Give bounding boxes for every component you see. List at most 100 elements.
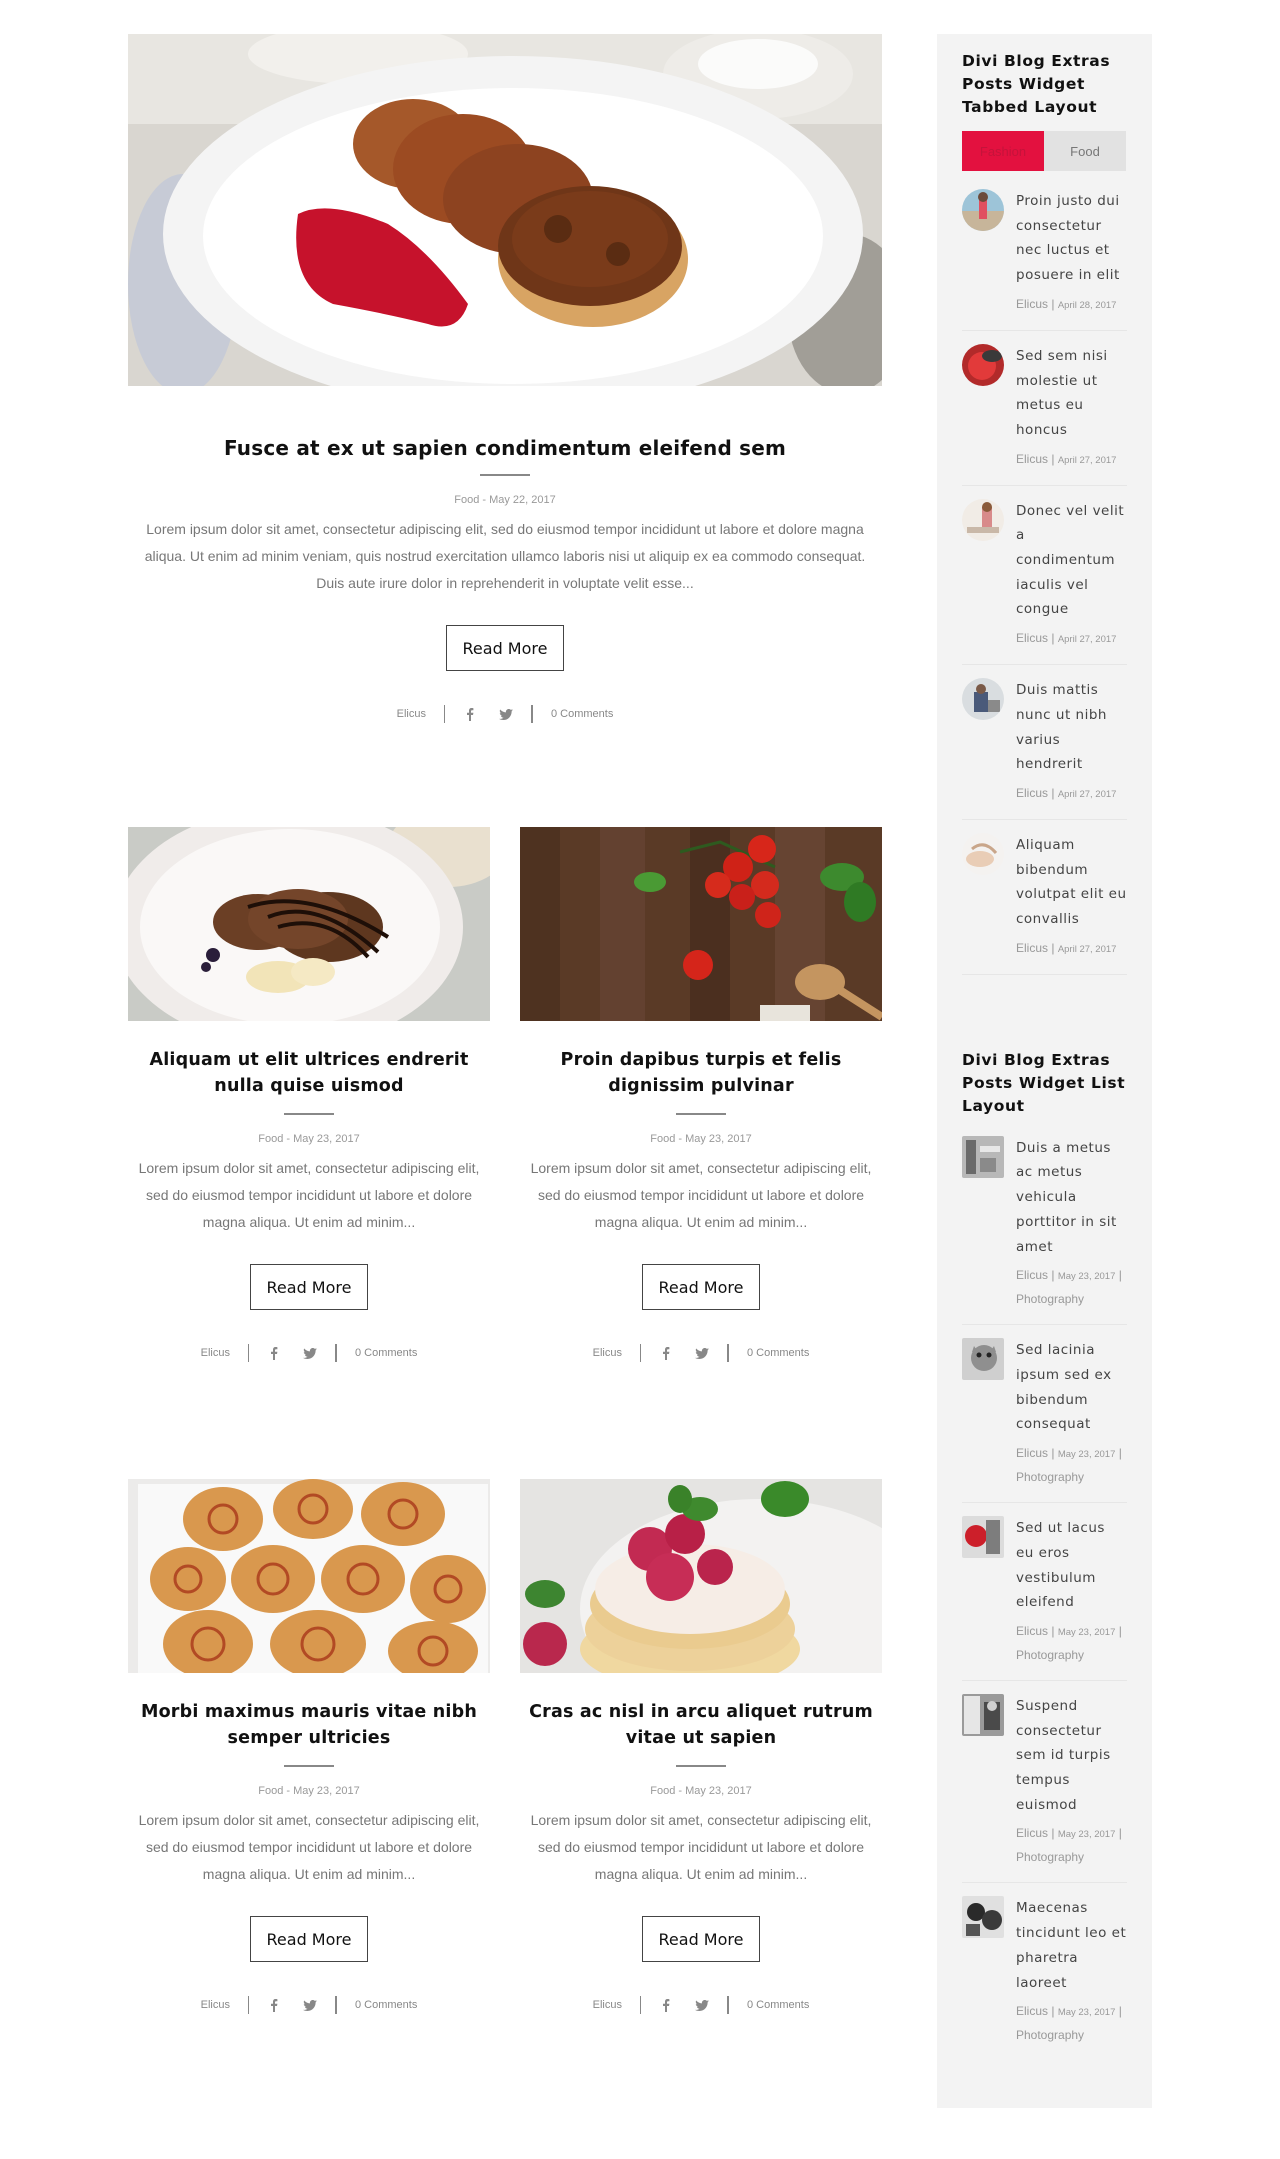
widget-post-title[interactable]: Duis a metus ac metus vehicula porttitor… — [1016, 1136, 1127, 1260]
facebook-icon[interactable] — [267, 1346, 281, 1360]
widget-post-date: May 23, 2017 — [1057, 2007, 1116, 2019]
post-image[interactable] — [520, 1479, 882, 1673]
post-thumbnail[interactable] — [962, 1135, 1004, 1178]
widget-post-title[interactable]: Suspend consectetur sem id turpis tempus… — [1016, 1694, 1127, 1818]
read-more-button[interactable]: Read More — [641, 1916, 761, 1962]
widget-post-category[interactable]: Photography — [1016, 2028, 1084, 2042]
featured-post-title[interactable]: Fusce at ex ut sapien condimentum eleife… — [128, 436, 882, 460]
read-more-button[interactable]: Read More — [249, 1264, 369, 1310]
post-thumbnail[interactable] — [962, 1896, 1004, 1939]
post-image[interactable] — [520, 827, 882, 1021]
widget-post-item[interactable]: Maecenas tincidunt leo et pharetra laore… — [962, 1896, 1127, 2060]
widget-post-item[interactable]: Duis a metus ac metus vehicula porttitor… — [962, 1135, 1127, 1326]
facebook-icon[interactable] — [659, 1346, 673, 1360]
post-title[interactable]: Morbi maximus mauris vitae nibh semper u… — [128, 1699, 490, 1751]
widget-post-author[interactable]: Elicus — [1016, 941, 1048, 955]
widget-post-item[interactable]: Suspend consectetur sem id turpis tempus… — [962, 1693, 1127, 1884]
post-title[interactable]: Aliquam ut elit ultrices endrerit nulla … — [128, 1047, 490, 1099]
twitter-icon[interactable] — [695, 1998, 710, 2012]
widget-post-meta: Elicus | May 23, 2017 | Photography — [1016, 1446, 1122, 1485]
widget-post-title[interactable]: Aliquam bibendum volutpat elit eu conval… — [1016, 833, 1127, 932]
twitter-icon[interactable] — [303, 1346, 318, 1360]
widget-post-item[interactable]: Sed ut lacus eu eros vestibulum eleifend… — [962, 1516, 1127, 1681]
widget-post-title[interactable]: Sed sem nisi molestie ut metus eu honcus — [1016, 344, 1127, 443]
post-title[interactable]: Cras ac nisl in arcu aliquet rutrum vita… — [520, 1699, 882, 1751]
post-thumbnail[interactable] — [962, 1338, 1004, 1381]
widget-post-author[interactable]: Elicus — [1016, 452, 1048, 466]
widget-post-category[interactable]: Photography — [1016, 1850, 1084, 1864]
widget-post-author[interactable]: Elicus — [1016, 1268, 1048, 1282]
widget-post-date: May 23, 2017 — [1057, 1449, 1116, 1461]
facebook-icon[interactable] — [659, 1998, 673, 2012]
widget-post-meta: Elicus | April 28, 2017 — [1016, 296, 1117, 311]
twitter-icon[interactable] — [499, 707, 514, 721]
divider — [335, 1344, 337, 1362]
post-image[interactable] — [128, 827, 490, 1021]
widget-post-title[interactable]: Donec vel velit a condimentum iaculis ve… — [1016, 499, 1127, 623]
post-author[interactable]: Elicus — [593, 1347, 622, 1359]
widget-post-category[interactable]: Photography — [1016, 1292, 1084, 1306]
widget-post-text: Sed lacinia ipsum sed ex bibendum conseq… — [1016, 1338, 1127, 1489]
post-thumbnail[interactable] — [962, 189, 1004, 231]
post-meta: Food - May 23, 2017 — [258, 1133, 360, 1145]
post-footer: Elicus 0 Comments — [128, 705, 882, 723]
widget-post-item[interactable]: Sed sem nisi molestie ut metus eu honcus… — [962, 343, 1127, 486]
widget-post-item[interactable]: Aliquam bibendum volutpat elit eu conval… — [962, 832, 1127, 975]
widget-post-item[interactable]: Donec vel velit a condimentum iaculis ve… — [962, 498, 1127, 666]
widget-post-title[interactable]: Sed ut lacus eu eros vestibulum eleifend — [1016, 1516, 1127, 1615]
share-icons — [463, 707, 514, 721]
widget-post-title[interactable]: Duis mattis nunc ut nibh varius hendreri… — [1016, 678, 1127, 777]
widget-post-meta: Elicus | April 27, 2017 — [1016, 631, 1117, 646]
divider — [639, 1996, 642, 2014]
title-divider — [284, 1765, 334, 1767]
widget-post-category[interactable]: Photography — [1016, 1470, 1084, 1484]
post-thumbnail[interactable] — [962, 498, 1004, 541]
widget-post-author[interactable]: Elicus — [1016, 2004, 1048, 2018]
twitter-icon[interactable] — [695, 1346, 710, 1360]
post-thumbnail[interactable] — [962, 1516, 1004, 1559]
post-excerpt: Lorem ipsum dolor sit amet, consectetur … — [144, 521, 866, 591]
widget-post-item[interactable]: Proin justo dui consectetur nec luctus e… — [962, 189, 1127, 331]
widget-post-title[interactable]: Proin justo dui consectetur nec luctus e… — [1016, 189, 1127, 288]
widget-post-title[interactable]: Maecenas tincidunt leo et pharetra laore… — [1016, 1896, 1127, 1995]
post-author[interactable]: Elicus — [593, 1999, 622, 2011]
tab-fashion[interactable]: Fashion — [962, 131, 1044, 171]
widget-post-author[interactable]: Elicus — [1016, 1826, 1048, 1840]
post-thumbnail[interactable] — [962, 678, 1004, 721]
widget-post-author[interactable]: Elicus — [1016, 786, 1048, 800]
tab-food[interactable]: Food — [1044, 131, 1126, 171]
post-thumbnail[interactable] — [962, 343, 1004, 386]
widget-post-author[interactable]: Elicus — [1016, 1624, 1048, 1638]
post-image[interactable] — [128, 1479, 490, 1673]
comments-link[interactable]: 0 Comments — [355, 1999, 417, 2011]
widget-title: Divi Blog Extras Posts Widget Tabbed Lay… — [962, 52, 1111, 116]
read-more-button[interactable]: Read More — [445, 625, 565, 671]
widget-post-meta: Elicus | April 27, 2017 — [1016, 785, 1117, 800]
read-more-button[interactable]: Read More — [249, 1916, 369, 1962]
featured-image[interactable] — [128, 34, 882, 386]
read-more-button[interactable]: Read More — [641, 1264, 761, 1310]
post-author[interactable]: Elicus — [397, 708, 426, 720]
comments-link[interactable]: 0 Comments — [551, 708, 613, 720]
widget-post-text: Donec vel velit a condimentum iaculis ve… — [1016, 499, 1127, 652]
widget-post-title[interactable]: Sed lacinia ipsum sed ex bibendum conseq… — [1016, 1338, 1127, 1437]
post-author[interactable]: Elicus — [201, 1347, 230, 1359]
post-author[interactable]: Elicus — [201, 1999, 230, 2011]
widget-post-author[interactable]: Elicus — [1016, 1446, 1048, 1460]
comments-link[interactable]: 0 Comments — [747, 1347, 809, 1359]
post-meta: Food - May 23, 2017 — [650, 1785, 752, 1797]
comments-link[interactable]: 0 Comments — [747, 1999, 809, 2011]
twitter-icon[interactable] — [303, 1998, 318, 2012]
post-thumbnail[interactable] — [962, 1693, 1004, 1736]
comments-link[interactable]: 0 Comments — [355, 1347, 417, 1359]
post-thumbnail[interactable] — [962, 832, 1004, 875]
widget-post-author[interactable]: Elicus — [1016, 297, 1048, 311]
facebook-icon[interactable] — [463, 707, 477, 721]
widget-post-item[interactable]: Sed lacinia ipsum sed ex bibendum conseq… — [962, 1338, 1127, 1504]
facebook-icon[interactable] — [267, 1998, 281, 2012]
post-title[interactable]: Proin dapibus turpis et felis dignissim … — [520, 1047, 882, 1099]
widget-post-author[interactable]: Elicus — [1016, 631, 1048, 645]
post-meta: Food - May 23, 2017 — [650, 1133, 752, 1145]
widget-post-category[interactable]: Photography — [1016, 1648, 1084, 1662]
widget-post-item[interactable]: Duis mattis nunc ut nibh varius hendreri… — [962, 678, 1127, 820]
